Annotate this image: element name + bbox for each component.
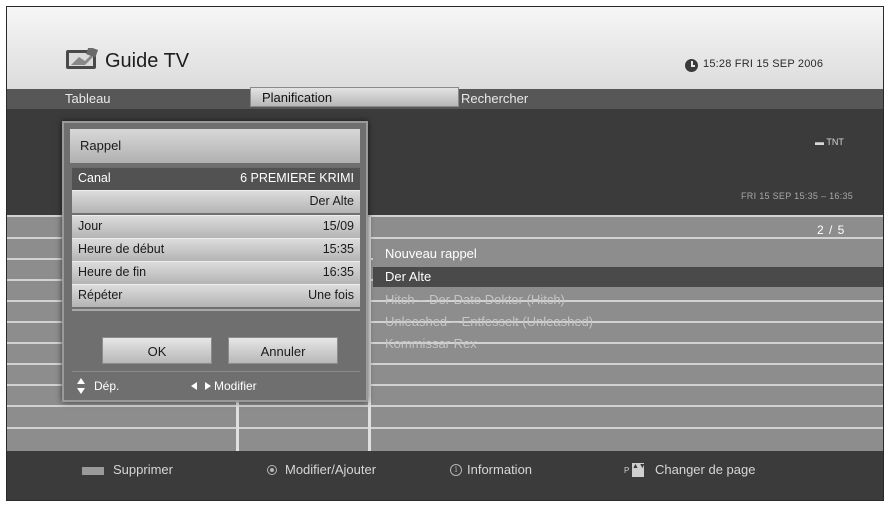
row-label: Canal	[78, 171, 111, 185]
row-label: Jour	[78, 219, 103, 233]
page-indicator: 2 / 5	[817, 223, 846, 237]
dialog-row-end-time[interactable]: Heure de fin 16:35	[72, 261, 360, 284]
hint-modify-label: Modifier	[214, 379, 257, 393]
grid-divider	[368, 217, 371, 451]
list-item-selected[interactable]: Der Alte	[373, 267, 883, 287]
footer-change-page[interactable]: Changer de page	[655, 461, 755, 479]
tab-rechercher[interactable]: Rechercher	[461, 89, 528, 109]
program-time-range: FRI 15 SEP 15:35 – 16:35	[741, 191, 854, 201]
dialog-row-start-time[interactable]: Heure de début 15:35	[72, 238, 360, 261]
ok-key-icon	[267, 465, 277, 475]
hint-move-label: Dép.	[94, 379, 120, 393]
row-value: 6 PREMIERE KRIMI	[240, 171, 354, 185]
row-label: Répéter	[78, 288, 123, 302]
list-item[interactable]: Kommissar Rex	[373, 334, 883, 354]
dialog-row-program[interactable]: Der Alte	[72, 190, 360, 213]
row-value: 15:35	[322, 242, 354, 256]
reminder-dialog: Rappel Canal 6 PREMIERE KRIMI Der Alte J…	[62, 121, 368, 402]
footer-bar: Supprimer Modifier/Ajouter i Information…	[7, 451, 883, 500]
updown-arrows-icon	[77, 378, 85, 394]
row-value: Der Alte	[309, 194, 354, 208]
app-title: Guide TV	[105, 50, 190, 72]
row-label: Heure de fin	[78, 265, 147, 279]
dialog-title: Rappel	[70, 129, 360, 163]
dialog-divider	[72, 371, 360, 372]
tv-logo-icon	[66, 48, 99, 69]
dialog-row-jour[interactable]: Jour 15/09	[72, 215, 360, 238]
list-item[interactable]: Hitch – Der Date Doktor (Hitch)	[373, 290, 883, 310]
row-value: Une fois	[308, 288, 354, 302]
current-datetime: 15:28 FRI 15 SEP 2006	[703, 58, 824, 70]
red-key-icon	[82, 467, 104, 475]
row-value: 16:35	[322, 265, 354, 279]
list-item[interactable]: Unleashed – Entfesselt (Unleashed)	[373, 312, 883, 332]
dialog-divider	[72, 309, 360, 311]
page-key-icon: P ▲▼	[624, 463, 646, 477]
grid-row	[7, 405, 883, 427]
dialog-key-hints: Dép. Modifier	[72, 375, 360, 397]
dialog-row-canal[interactable]: Canal 6 PREMIERE KRIMI	[72, 167, 360, 190]
grid-row	[7, 427, 883, 451]
cancel-button[interactable]: Annuler	[228, 337, 338, 364]
dialog-row-repeat[interactable]: Répéter Une fois	[72, 284, 360, 307]
tab-planification[interactable]: Planification	[250, 87, 459, 107]
footer-information[interactable]: Information	[467, 461, 532, 479]
footer-modify-add[interactable]: Modifier/Ajouter	[285, 461, 376, 479]
footer-delete[interactable]: Supprimer	[113, 461, 173, 479]
header-bar: Guide TV 15:28 FRI 15 SEP 2006	[7, 7, 883, 89]
channel-logo-text: TNT	[826, 137, 844, 147]
page-key-letter: P	[624, 466, 630, 475]
clock-icon	[685, 59, 698, 72]
ok-button[interactable]: OK	[102, 337, 212, 364]
info-key-icon: i	[450, 464, 462, 476]
list-item[interactable]: Nouveau rappel	[373, 244, 883, 264]
leftright-arrows-icon	[191, 382, 211, 390]
page-key-arrows: ▲▼	[632, 463, 646, 477]
tab-tableau[interactable]: Tableau	[65, 89, 111, 109]
tnt-logo-icon: ▬ TNT	[815, 137, 844, 147]
grid-divider	[236, 399, 239, 451]
tv-screen: Guide TV 15:28 FRI 15 SEP 2006 Tableau P…	[6, 6, 884, 501]
tab-bar: Tableau Planification Rechercher	[7, 87, 883, 109]
row-value: 15/09	[322, 219, 354, 233]
row-label: Heure de début	[78, 242, 165, 256]
